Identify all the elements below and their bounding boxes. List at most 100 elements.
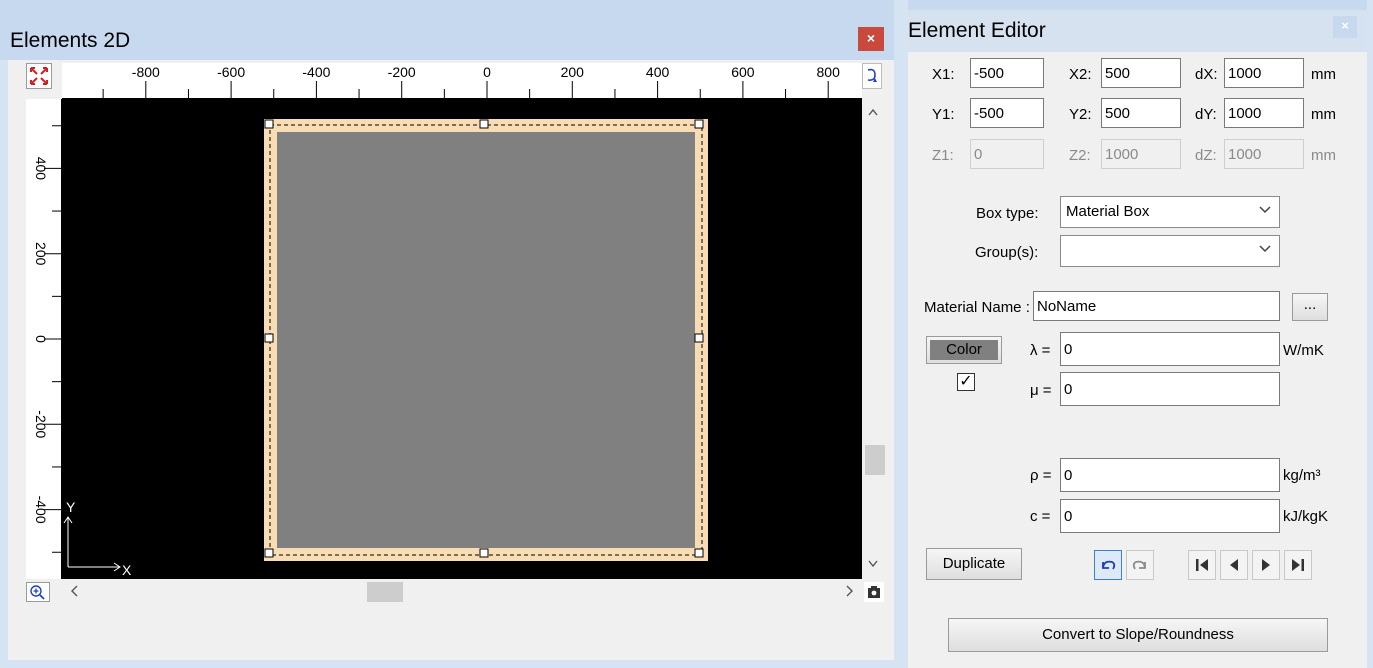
dx-label: dX: [1195,66,1218,83]
mu-input[interactable] [1060,372,1280,406]
window-border-bottom [0,660,894,668]
vertical-scroll-thumb[interactable] [865,445,885,475]
scroll-down-icon[interactable] [862,555,884,573]
browse-material-button[interactable]: ... [1292,293,1328,321]
dy-label: dY: [1195,106,1217,123]
rho-unit: kg/m³ [1283,467,1321,484]
close-elements-2d-button[interactable]: × [858,27,884,51]
rho-input[interactable] [1060,458,1280,492]
rotate-view-button[interactable] [862,63,882,89]
window-border-left [0,60,8,660]
ruler-y-label: -400 [33,496,49,524]
y2-input[interactable] [1101,98,1181,128]
scroll-up-icon[interactable] [862,103,884,121]
chevron-down-icon [1259,243,1271,257]
box-type-label: Box type: [976,205,1039,222]
lambda-label: λ = [1030,342,1051,359]
horizontal-scrollbar[interactable] [62,579,862,603]
x1-input[interactable] [970,58,1044,88]
redo-icon [1132,560,1146,570]
resize-handle[interactable] [694,119,704,129]
dz-input [1224,139,1304,169]
x1-label: X1: [932,66,955,83]
x2-label: X2: [1069,66,1092,83]
element-editor-window: Element Editor × X1: X2: dX: mm Y1: Y2: … [902,0,1373,668]
color-checkbox[interactable]: ✓ [957,373,975,391]
axis-x-label: X [122,562,132,578]
z1-label: Z1: [932,147,954,164]
undo-button[interactable] [1094,550,1122,580]
lambda-unit: W/mK [1283,342,1324,359]
z-unit-label: mm [1311,147,1336,164]
color-button[interactable]: Color [926,336,1002,364]
scroll-right-icon[interactable] [840,581,858,601]
rho-label: ρ = [1030,467,1052,484]
c-unit: kJ/kgK [1283,508,1329,525]
undo-icon [1102,560,1116,570]
next-record-icon [1262,559,1270,571]
next-record-button[interactable] [1252,550,1280,580]
horizontal-scroll-thumb[interactable] [367,582,403,602]
dz-label: dZ: [1195,147,1217,164]
material-name-label: Material Name : [924,299,1030,316]
resize-handle[interactable] [264,548,274,558]
ruler-y-label: -200 [33,410,49,438]
resize-handle[interactable] [694,333,704,343]
resize-handle[interactable] [479,548,489,558]
ruler-x-label: 400 [646,64,670,80]
resize-handle[interactable] [264,119,274,129]
ruler-y-label: 400 [33,157,49,181]
dy-input[interactable] [1224,98,1304,128]
window-border-left [902,0,908,668]
scroll-left-icon[interactable] [66,581,84,601]
material-name-input[interactable] [1033,291,1280,321]
ruler-x-label: -400 [302,64,330,80]
element-editor-title: Element Editor [908,19,1046,42]
mu-label: μ = [1030,382,1052,399]
zoom-in-button[interactable] [26,582,50,602]
resize-handle[interactable] [694,548,704,558]
previous-record-button[interactable] [1220,550,1248,580]
elements-2d-window: Elements 2D × -800 -600 -400 -200 0 200 400 600… [0,0,902,668]
chevron-down-icon [1259,204,1271,218]
zoom-in-icon [30,585,45,600]
box-type-select[interactable]: Material Box [1060,196,1280,228]
last-record-icon [1292,559,1304,571]
c-input[interactable] [1060,499,1280,533]
last-record-button[interactable] [1284,550,1312,580]
vertical-scrollbar[interactable] [862,99,885,579]
elements-2d-titlebar[interactable]: Elements 2D × [0,0,894,60]
y-unit-label: mm [1311,106,1336,123]
resize-handle[interactable] [479,119,489,129]
axis-indicator [63,516,121,572]
ruler-vertical: 400 200 0 -200 -400 [26,99,62,579]
y1-input[interactable] [970,98,1044,128]
convert-to-slope-button[interactable]: Convert to Slope/Roundness [948,618,1328,652]
drawing-canvas[interactable]: Y X [62,99,862,579]
zoom-fit-button[interactable] [26,63,52,89]
lambda-input[interactable] [1060,332,1280,366]
resize-handle[interactable] [264,333,274,343]
elements-2d-title: Elements 2D [10,29,131,52]
previous-record-icon [1230,559,1238,571]
ruler-x-label: 0 [483,64,491,80]
ruler-x-label: 200 [561,64,585,80]
window-border-right [894,0,902,668]
box-type-value: Material Box [1066,203,1150,220]
material-box-fill[interactable] [277,132,695,548]
ruler-horizontal: -800 -600 -400 -200 0 200 400 600 800 [62,63,862,99]
element-editor-titlebar[interactable]: Element Editor × [902,0,1373,52]
groups-select[interactable] [1060,235,1280,267]
x2-input[interactable] [1101,58,1181,88]
duplicate-button[interactable]: Duplicate [926,548,1022,580]
dx-input[interactable] [1224,58,1304,88]
camera-button[interactable] [864,582,884,602]
x-unit-label: mm [1311,66,1336,83]
first-record-button[interactable] [1188,550,1216,580]
zoom-fit-icon [30,67,48,85]
z2-label: Z2: [1069,147,1091,164]
close-element-editor-button[interactable]: × [1333,16,1357,38]
rotate-view-icon [867,68,877,82]
ruler-x-label: -600 [217,64,245,80]
redo-button[interactable] [1126,550,1154,580]
